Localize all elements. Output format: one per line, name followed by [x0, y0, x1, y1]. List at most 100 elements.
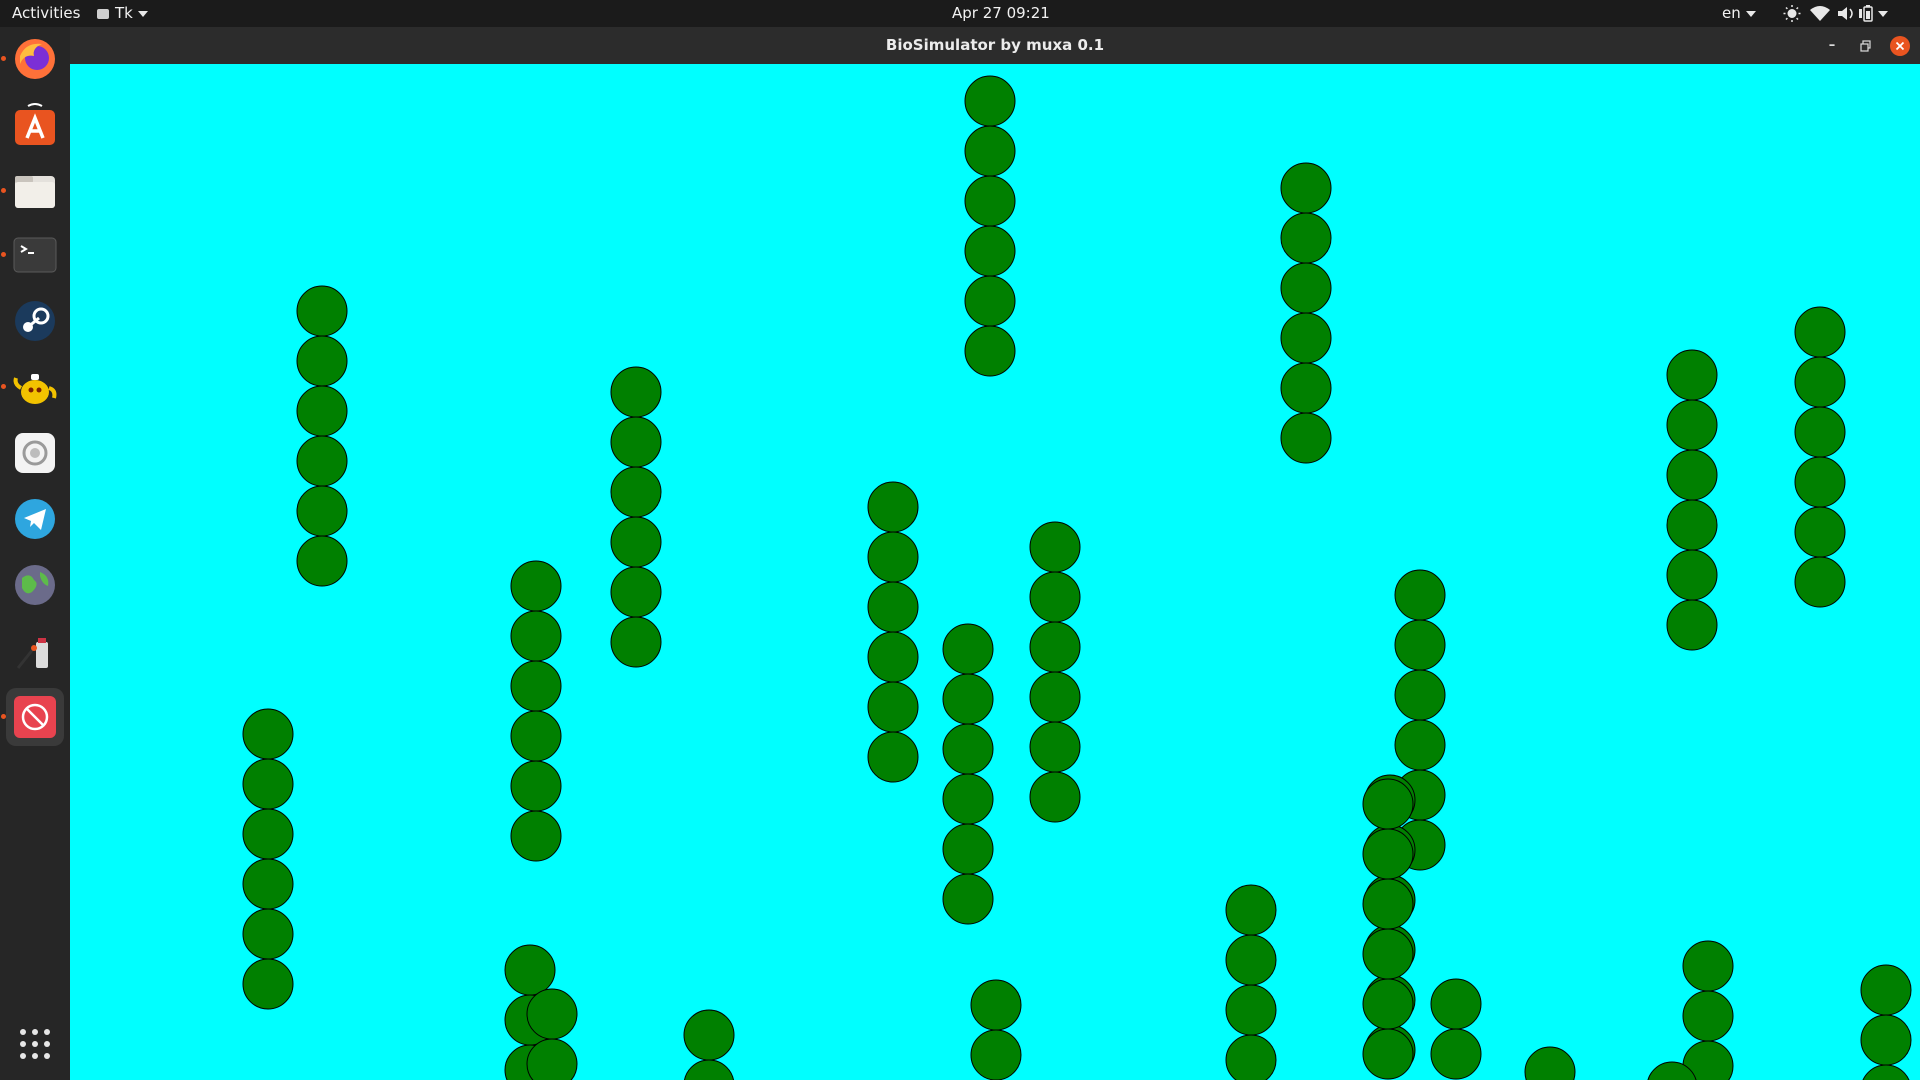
organism-cell [1682, 940, 1734, 992]
window-titlebar[interactable]: BioSimulator by muxa 0.1 – [70, 27, 1920, 64]
globe-icon [15, 565, 55, 605]
dock-globe-app[interactable] [6, 556, 64, 614]
dock-steam[interactable] [6, 292, 64, 350]
organism-cell [1029, 671, 1081, 723]
organism-cell [1794, 306, 1846, 358]
app-menu-label: Tk [115, 4, 133, 22]
organism-cell [296, 535, 348, 587]
organism-cell [242, 758, 294, 810]
organism-cell [1794, 556, 1846, 608]
maximize-button[interactable] [1856, 36, 1876, 56]
close-button[interactable] [1890, 36, 1910, 56]
telegram-icon [15, 499, 55, 539]
organism-cell [242, 858, 294, 910]
organism-cell [1666, 549, 1718, 601]
settings-icon [15, 433, 55, 473]
dock-ubuntu-software[interactable] [6, 96, 64, 154]
organism-cell [1394, 569, 1446, 621]
organism-cell [510, 760, 562, 812]
organism-cell [942, 873, 994, 925]
app-menu[interactable]: Tk [97, 0, 148, 27]
minimize-button[interactable]: – [1822, 36, 1842, 56]
firefox-icon [15, 39, 55, 79]
running-indicator [1, 384, 6, 389]
organism-cell [1029, 721, 1081, 773]
simulation-canvas[interactable] [70, 64, 1920, 1080]
organism-cell [510, 710, 562, 762]
organism-cell [1666, 499, 1718, 551]
organism-cell [526, 988, 578, 1040]
organism-cell [1280, 212, 1332, 264]
organism-cell [1280, 262, 1332, 314]
organism-cell [610, 616, 662, 668]
organism-cell [610, 366, 662, 418]
clock[interactable]: Apr 27 09:21 [952, 0, 1050, 27]
organism-cell [610, 566, 662, 618]
language-menu[interactable]: en [1722, 0, 1756, 27]
volume-icon [1838, 7, 1853, 20]
organism-cell [504, 944, 556, 996]
organism-cell [1860, 964, 1912, 1016]
organism-cell [942, 723, 994, 775]
top-bar: Activities Tk Apr 27 09:21 en [0, 0, 1920, 27]
window-title: BioSimulator by muxa 0.1 [885, 36, 1105, 54]
close-icon [1895, 41, 1905, 51]
organism-cell [296, 435, 348, 487]
organism-cell [1430, 978, 1482, 1030]
organism-cell [964, 75, 1016, 127]
dock-files[interactable] [1, 162, 64, 220]
organism-cell [867, 681, 919, 733]
organism-cell [242, 958, 294, 1010]
organism-cell [1362, 978, 1414, 1030]
organism-cell [683, 1009, 735, 1061]
software-store-icon [15, 103, 55, 145]
show-applications-button[interactable] [6, 1015, 64, 1073]
no-symbol-icon [14, 696, 56, 738]
activities-button[interactable]: Activities [12, 0, 80, 27]
organism-cell [1394, 619, 1446, 671]
organism-cell [610, 516, 662, 568]
activities-label: Activities [12, 4, 81, 22]
wifi-icon [1810, 6, 1830, 21]
system-status-icons [1783, 5, 1888, 22]
organism-cell [242, 708, 294, 760]
organism-cell [970, 1029, 1022, 1080]
organism-cell [970, 979, 1022, 1031]
dock-drawing-app[interactable] [6, 622, 64, 680]
chevron-down-icon [137, 10, 148, 17]
organism-cell [964, 125, 1016, 177]
brightness-icon [1783, 5, 1801, 22]
running-indicator [1, 188, 6, 193]
organism-cell [242, 808, 294, 860]
organism-cell [1225, 884, 1277, 936]
organism-cell [296, 285, 348, 337]
grid-icon [20, 1029, 50, 1059]
organism-cell [1362, 928, 1414, 980]
organism-field [242, 75, 1912, 1080]
dock-settings[interactable] [6, 424, 64, 482]
battery-icon [1859, 5, 1873, 22]
system-menu[interactable] [1780, 0, 1900, 27]
dock-teapot-app[interactable] [1, 358, 64, 416]
dock-tk-app[interactable] [1, 688, 64, 746]
organism-cell [1666, 449, 1718, 501]
organism-cell [1280, 162, 1332, 214]
organism-cell [942, 623, 994, 675]
dock-firefox[interactable] [1, 30, 64, 88]
organism-cell [964, 275, 1016, 327]
organism-cell [1225, 934, 1277, 986]
organism-cell [1362, 878, 1414, 930]
organism-cell [1430, 1028, 1482, 1080]
organism-cell [1682, 990, 1734, 1042]
teapot-icon [13, 374, 57, 404]
organism-cell [1794, 456, 1846, 508]
terminal-icon [13, 237, 57, 273]
dock-terminal[interactable] [1, 226, 64, 284]
organism-cell [1794, 406, 1846, 458]
organism-cell [964, 225, 1016, 277]
organism-cell [510, 810, 562, 862]
organism-cell [1394, 669, 1446, 721]
dock-telegram[interactable] [6, 490, 64, 548]
organism-cell [867, 531, 919, 583]
organism-cell [942, 823, 994, 875]
